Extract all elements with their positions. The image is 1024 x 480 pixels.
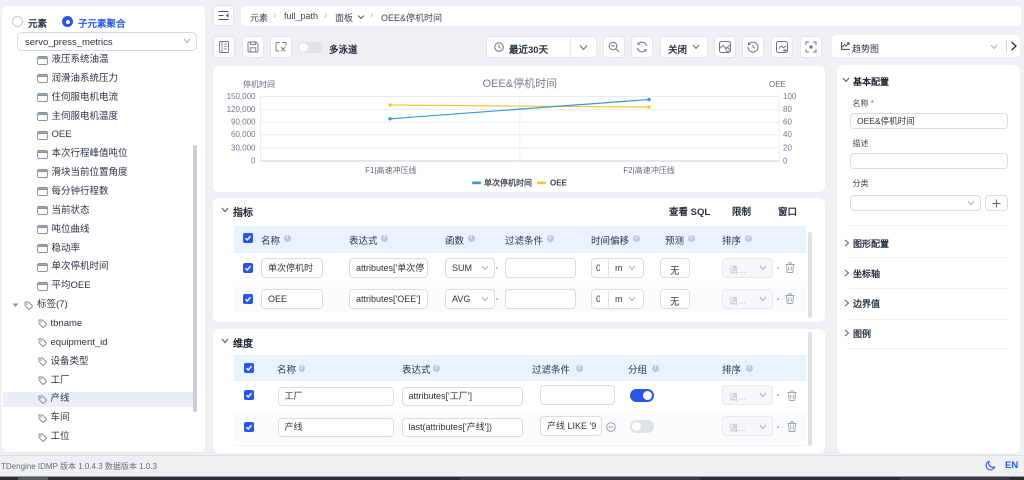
svg-text:60: 60 xyxy=(783,118,792,127)
svg-text:F1|高速冲压线: F1|高速冲压线 xyxy=(365,165,416,175)
svg-text:0: 0 xyxy=(251,157,256,166)
svg-text:80: 80 xyxy=(783,105,792,114)
svg-text:停机时间: 停机时间 xyxy=(243,79,275,89)
svg-text:F2|高速冲压线: F2|高速冲压线 xyxy=(623,165,674,175)
svg-text:150,000: 150,000 xyxy=(227,92,256,101)
svg-text:90,000: 90,000 xyxy=(231,118,256,127)
svg-text:0: 0 xyxy=(783,157,788,166)
svg-text:100: 100 xyxy=(783,92,797,101)
svg-text:40: 40 xyxy=(783,130,792,139)
svg-text:60,000: 60,000 xyxy=(231,130,256,139)
svg-text:单次停机时间: 单次停机时间 xyxy=(484,178,532,188)
svg-text:30,000: 30,000 xyxy=(231,143,256,152)
svg-text:20: 20 xyxy=(783,143,792,152)
svg-text:120,000: 120,000 xyxy=(227,105,256,114)
svg-text:OEE: OEE xyxy=(769,80,786,89)
svg-text:OEE: OEE xyxy=(550,179,568,188)
svg-text:OEE&停机时间: OEE&停机时间 xyxy=(483,76,558,90)
